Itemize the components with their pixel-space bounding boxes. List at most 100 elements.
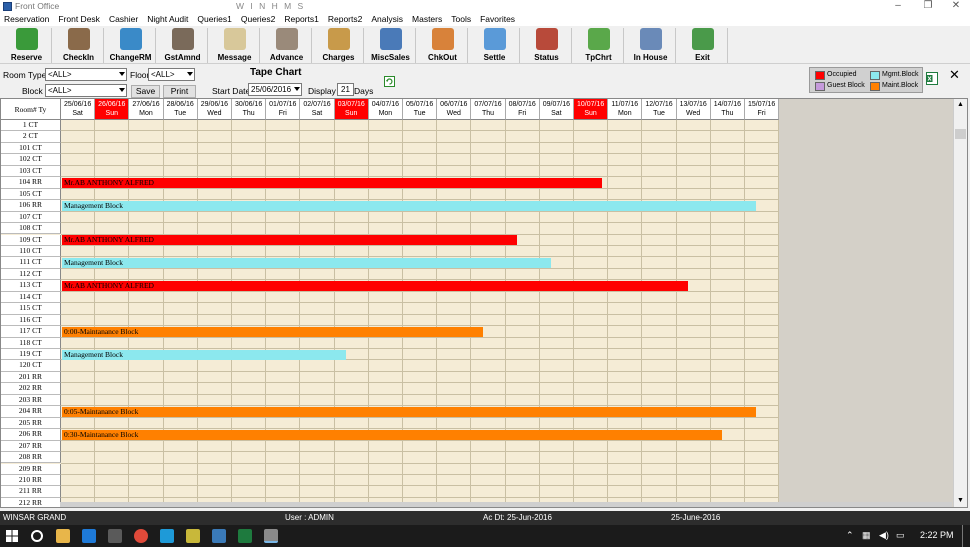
- misc-sales-button[interactable]: MiscSales: [366, 28, 416, 63]
- booking-bar[interactable]: Management Block: [62, 200, 757, 211]
- scroll-down-icon[interactable]: ▼: [957, 497, 964, 504]
- room-row-header[interactable]: 109 CT: [1, 234, 61, 246]
- booking-bar[interactable]: Management Block: [62, 349, 346, 360]
- store-icon[interactable]: [108, 529, 122, 543]
- refresh-icon[interactable]: [384, 76, 395, 87]
- advance-button[interactable]: Advance: [262, 28, 312, 63]
- message-button[interactable]: Message: [210, 28, 260, 63]
- room-row-header[interactable]: 102 CT: [1, 154, 61, 166]
- room-row-header[interactable]: 106 RR: [1, 200, 61, 212]
- excel-export-icon[interactable]: [926, 72, 938, 85]
- show-desktop-button[interactable]: [962, 525, 963, 547]
- save-button[interactable]: Save: [131, 85, 160, 98]
- menu-queries1[interactable]: Queries1: [193, 13, 237, 26]
- app-icon-blue[interactable]: [212, 529, 226, 543]
- menu-masters[interactable]: Masters: [408, 13, 447, 26]
- volume-icon[interactable]: ◀): [879, 530, 889, 541]
- room-row-header[interactable]: 2 CT: [1, 131, 61, 143]
- checkout-button[interactable]: ChkOut: [418, 28, 468, 63]
- room-row-header[interactable]: 202 RR: [1, 383, 61, 395]
- room-type-select[interactable]: <ALL>: [45, 68, 127, 81]
- room-row-header[interactable]: 105 CT: [1, 188, 61, 201]
- room-row-header[interactable]: 119 CT: [1, 349, 61, 361]
- notification-icon[interactable]: ▭: [896, 530, 905, 541]
- room-row-header[interactable]: 103 CT: [1, 165, 61, 178]
- start-date-picker[interactable]: 25/06/2016: [248, 83, 302, 96]
- room-row-header[interactable]: 205 RR: [1, 417, 61, 430]
- settle-button[interactable]: Settle: [470, 28, 520, 63]
- checkin-button[interactable]: CheckIn: [54, 28, 104, 63]
- room-row-header[interactable]: 108 CT: [1, 223, 61, 235]
- block-select[interactable]: <ALL>: [45, 84, 127, 97]
- change-room-button[interactable]: ChangeRM: [106, 28, 156, 63]
- skype-icon[interactable]: [160, 529, 174, 543]
- windows-start-icon[interactable]: [6, 530, 18, 542]
- network-icon[interactable]: ▦: [862, 530, 871, 541]
- room-row-header[interactable]: 1 CT: [1, 120, 61, 132]
- room-row-header[interactable]: 111 CT: [1, 257, 61, 269]
- horizontal-scrollbar[interactable]: [60, 502, 952, 507]
- charges-button[interactable]: Charges: [314, 28, 364, 63]
- menu-front-desk[interactable]: Front Desk: [54, 13, 105, 26]
- room-row-header[interactable]: 120 CT: [1, 360, 61, 372]
- room-row-header[interactable]: 201 RR: [1, 371, 61, 384]
- room-row-header[interactable]: 107 CT: [1, 211, 61, 224]
- room-row-header[interactable]: 110 CT: [1, 245, 61, 258]
- winhms-taskbar-icon[interactable]: [264, 529, 278, 543]
- app-icon-yellow[interactable]: [186, 529, 200, 543]
- booking-bar[interactable]: Mr.AB ANTHONY ALFRED: [62, 177, 603, 188]
- close-window-button[interactable]: ✕: [945, 0, 967, 13]
- guest-amend-button[interactable]: GstAmnd: [158, 28, 208, 63]
- room-row-header[interactable]: 204 RR: [1, 406, 61, 418]
- display-days-input[interactable]: 21: [337, 83, 354, 96]
- room-row-header[interactable]: 104 RR: [1, 177, 61, 189]
- booking-bar[interactable]: Mr.AB ANTHONY ALFRED: [62, 280, 688, 291]
- minimize-button[interactable]: –: [887, 0, 909, 13]
- tray-chevron-icon[interactable]: ⌃: [846, 530, 854, 541]
- chrome-icon[interactable]: [134, 529, 148, 543]
- scroll-up-icon[interactable]: ▲: [957, 101, 964, 108]
- menu-reservation[interactable]: Reservation: [0, 13, 54, 26]
- menu-favorites[interactable]: Favorites: [476, 13, 520, 26]
- room-row-header[interactable]: 206 RR: [1, 429, 61, 441]
- room-row-header[interactable]: 212 RR: [1, 497, 61, 507]
- scroll-thumb[interactable]: [955, 129, 966, 139]
- search-icon[interactable]: [31, 530, 43, 542]
- booking-bar[interactable]: Mr.AB ANTHONY ALFRED: [62, 235, 517, 245]
- room-row-header[interactable]: 117 CT: [1, 326, 61, 338]
- booking-bar[interactable]: 0:30-Maintanance Block: [62, 429, 723, 440]
- vertical-scrollbar[interactable]: ▲ ▼: [953, 99, 967, 507]
- room-row-header[interactable]: 115 CT: [1, 303, 61, 315]
- menu-tools[interactable]: Tools: [447, 13, 476, 26]
- room-row-header[interactable]: 208 RR: [1, 452, 61, 464]
- clock[interactable]: 2:22 PM: [920, 530, 954, 540]
- menu-queries2[interactable]: Queries2: [237, 13, 281, 26]
- tape-chart-button[interactable]: TpChrt: [574, 28, 624, 63]
- in-house-button[interactable]: In House: [626, 28, 676, 63]
- file-explorer-icon[interactable]: [56, 529, 70, 543]
- reserve-button[interactable]: Reserve: [2, 28, 52, 63]
- room-row-header[interactable]: 207 RR: [1, 440, 61, 453]
- room-row-header[interactable]: 113 CT: [1, 280, 61, 292]
- room-row-header[interactable]: 101 CT: [1, 142, 61, 155]
- menu-analysis[interactable]: Analysis: [367, 13, 408, 26]
- menu-reports2[interactable]: Reports2: [324, 13, 368, 26]
- edge-icon[interactable]: [82, 529, 96, 543]
- room-row-header[interactable]: 211 RR: [1, 486, 61, 498]
- room-row-header[interactable]: 118 CT: [1, 337, 61, 349]
- print-button[interactable]: Print: [163, 85, 196, 98]
- excel-icon[interactable]: [238, 529, 252, 543]
- status-button[interactable]: Status: [522, 28, 572, 63]
- close-chart-icon[interactable]: ✕: [949, 68, 960, 81]
- room-row-header[interactable]: 203 RR: [1, 394, 61, 407]
- booking-bar[interactable]: 0:00-Maintanance Block: [62, 326, 483, 337]
- booking-bar[interactable]: 0:05-Maintanance Block: [62, 406, 757, 417]
- menu-cashier[interactable]: Cashier: [105, 13, 143, 26]
- room-row-header[interactable]: 114 CT: [1, 291, 61, 304]
- room-row-header[interactable]: 112 CT: [1, 268, 61, 281]
- exit-button[interactable]: Exit: [678, 28, 728, 63]
- room-row-header[interactable]: 209 RR: [1, 463, 61, 475]
- room-row-header[interactable]: 210 RR: [1, 474, 61, 487]
- floor-select[interactable]: <ALL>: [148, 68, 195, 81]
- menu-reports1[interactable]: Reports1: [280, 13, 324, 26]
